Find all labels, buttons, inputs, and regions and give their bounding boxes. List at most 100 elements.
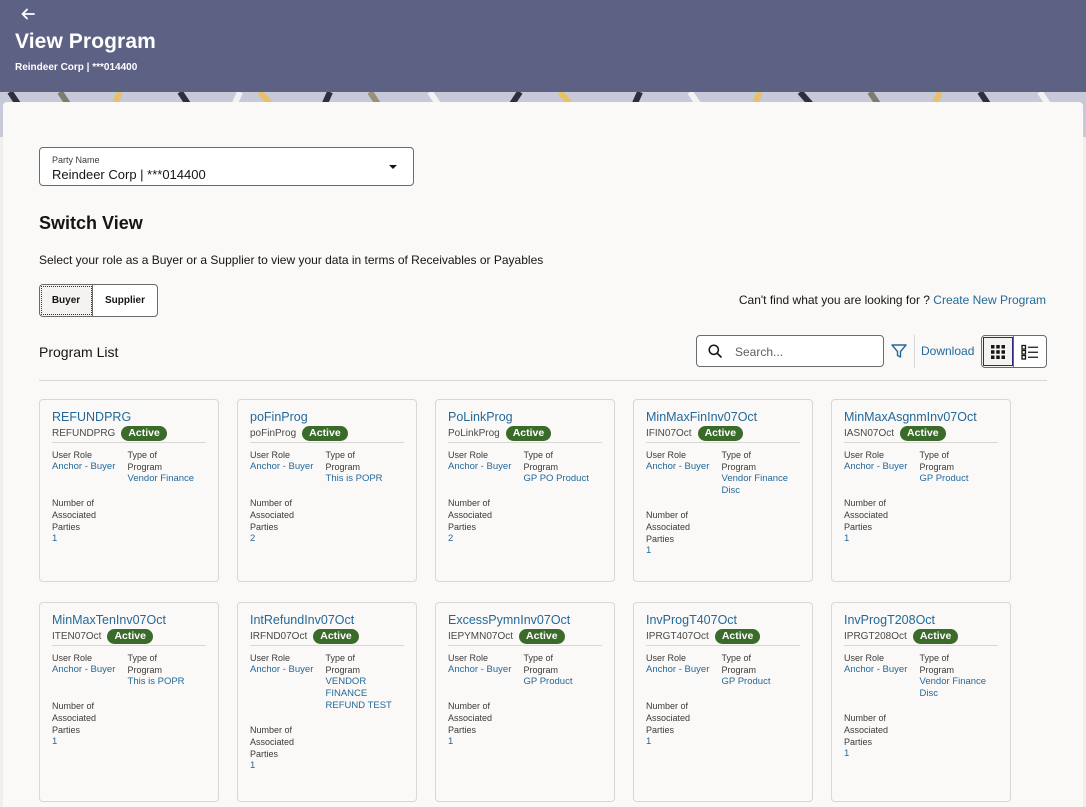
- program-type-label-2: Program: [721, 665, 757, 675]
- program-type-label-2: Program: [523, 462, 559, 472]
- program-name-link[interactable]: ExcessPymnInv07Oct: [448, 612, 602, 628]
- program-code-row: IPRGT407Oct Active: [646, 628, 800, 646]
- create-new-program-link[interactable]: Create New Program: [933, 293, 1046, 307]
- associated-parties: Number of Associated Parties 2: [448, 497, 602, 545]
- parties-label-3: Parties: [52, 522, 81, 532]
- program-type-label-2: Program: [127, 462, 163, 472]
- program-name-link[interactable]: poFinProg: [250, 409, 404, 425]
- parties-label-1: Number of: [646, 510, 689, 520]
- list-view-button[interactable]: [1014, 336, 1046, 367]
- status-badge: Active: [900, 425, 946, 441]
- parties-label-2: Associated: [448, 510, 493, 520]
- status-badge: Active: [505, 425, 552, 441]
- associated-parties: Number of Associated Parties 1: [844, 712, 998, 760]
- program-type-value: Vendor Finance Disc: [721, 473, 789, 496]
- filter-button[interactable]: [890, 342, 908, 360]
- program-type-label-1: Type of: [721, 653, 752, 663]
- program-type-value: GP PO Product: [523, 473, 589, 484]
- status-badge: Active: [697, 425, 744, 441]
- program-type-value: VENDOR FINANCE REFUND TEST: [325, 676, 392, 711]
- program-card[interactable]: poFinProg poFinProg Active User Role Anc…: [237, 399, 417, 582]
- download-link[interactable]: Download: [921, 344, 974, 358]
- program-type-label-1: Type of: [127, 450, 158, 460]
- program-name-link[interactable]: InvProgT208Oct: [844, 612, 998, 628]
- program-card[interactable]: IntRefundInv07Oct IRFND07Oct Active User…: [237, 602, 417, 802]
- buyer-button[interactable]: Buyer: [40, 285, 93, 316]
- parties-label-1: Number of: [844, 498, 887, 508]
- parties-count: 1: [448, 736, 454, 747]
- program-type-label-1: Type of: [919, 450, 950, 460]
- program-name-link[interactable]: MinMaxAsgnmInv07Oct: [844, 409, 998, 425]
- program-card[interactable]: ExcessPymnInv07Oct IEPYMN07Oct Active Us…: [435, 602, 615, 802]
- program-name-link[interactable]: IntRefundInv07Oct: [250, 612, 404, 628]
- parties-label-2: Associated: [250, 510, 295, 520]
- program-type-label-2: Program: [325, 665, 361, 675]
- party-name-label: Party Name: [52, 155, 100, 165]
- user-role-value: Anchor - Buyer: [646, 664, 710, 675]
- program-code: ITEN07Oct: [52, 630, 102, 642]
- associated-parties: Number of Associated Parties 1: [844, 497, 998, 545]
- chevron-down-icon: [389, 165, 397, 169]
- program-code-row: poFinProg Active: [250, 425, 404, 443]
- user-role-value: Anchor - Buyer: [448, 664, 512, 675]
- parties-label-2: Associated: [844, 510, 889, 520]
- program-code: IEPYMN07Oct: [448, 630, 514, 642]
- program-type-label-1: Type of: [523, 653, 554, 663]
- user-role-label: User Role: [844, 450, 885, 460]
- associated-parties: Number of Associated Parties 2: [250, 497, 404, 545]
- parties-count: 1: [646, 736, 652, 747]
- status-badge: Active: [121, 425, 167, 441]
- program-fields: User Role Anchor - Buyer Type of Program…: [646, 652, 800, 688]
- user-role-label: User Role: [646, 450, 687, 460]
- program-card[interactable]: InvProgT208Oct IPRGT208Oct Active User R…: [831, 602, 1011, 802]
- program-name-link[interactable]: InvProgT407Oct: [646, 612, 800, 628]
- user-role-value: Anchor - Buyer: [448, 461, 512, 472]
- program-name-link[interactable]: MinMaxFinInv07Oct: [646, 409, 800, 425]
- program-list-title: Program List: [39, 344, 119, 360]
- program-card[interactable]: REFUNDPRG REFUNDPRG Active User Role Anc…: [39, 399, 219, 582]
- cant-find-label: Can't find what you are looking for ?: [738, 293, 934, 307]
- page-subtitle: Reindeer Corp | ***014400: [15, 62, 138, 73]
- program-type-label-1: Type of: [325, 653, 356, 663]
- user-role-value: Anchor - Buyer: [250, 461, 314, 472]
- user-role-label: User Role: [250, 450, 291, 460]
- search-input[interactable]: [735, 342, 875, 362]
- program-card[interactable]: MinMaxFinInv07Oct IFIN07Oct Active User …: [633, 399, 813, 582]
- list-view-icon: [1021, 344, 1038, 360]
- user-role-value: Anchor - Buyer: [250, 664, 314, 675]
- program-card[interactable]: MinMaxAsgnmInv07Oct IASN07Oct Active Use…: [831, 399, 1011, 582]
- parties-count: 1: [844, 533, 850, 544]
- parties-label-1: Number of: [250, 498, 293, 508]
- user-role-value: Anchor - Buyer: [52, 664, 116, 675]
- program-code-row: IEPYMN07Oct Active: [448, 628, 602, 646]
- parties-label-3: Parties: [448, 522, 477, 532]
- parties-label-2: Associated: [844, 725, 889, 735]
- program-card[interactable]: InvProgT407Oct IPRGT407Oct Active User R…: [633, 602, 813, 802]
- program-code-row: IFIN07Oct Active: [646, 425, 800, 443]
- program-type-label-1: Type of: [721, 450, 752, 460]
- back-button[interactable]: [20, 6, 40, 26]
- search-icon: [708, 344, 722, 358]
- program-type-label-1: Type of: [127, 653, 158, 663]
- program-name-link[interactable]: PoLinkProg: [448, 409, 602, 425]
- user-role-label: User Role: [52, 450, 93, 460]
- program-card[interactable]: PoLinkProg PoLinkProg Active User Role A…: [435, 399, 615, 582]
- supplier-button[interactable]: Supplier: [93, 285, 157, 316]
- program-card[interactable]: MinMaxTenInv07Oct ITEN07Oct Active User …: [39, 602, 219, 802]
- party-name-value: Reindeer Corp | ***014400: [52, 167, 206, 182]
- grid-view-button[interactable]: [982, 336, 1015, 367]
- program-type-label-2: Program: [523, 665, 559, 675]
- program-name-link[interactable]: REFUNDPRG: [52, 409, 206, 425]
- associated-parties: Number of Associated Parties 1: [52, 497, 206, 545]
- program-type-value: Vendor Finance: [127, 473, 195, 484]
- parties-label-1: Number of: [52, 701, 95, 711]
- parties-label-1: Number of: [250, 725, 293, 735]
- program-code: IPRGT208Oct: [844, 630, 907, 642]
- party-name-select[interactable]: Party Name Reindeer Corp | ***014400: [39, 147, 414, 186]
- filter-icon: [891, 344, 907, 358]
- parties-label-3: Parties: [646, 534, 675, 544]
- parties-label-2: Associated: [52, 510, 97, 520]
- program-type-label-2: Program: [919, 462, 955, 472]
- program-name-link[interactable]: MinMaxTenInv07Oct: [52, 612, 206, 628]
- program-fields: User Role Anchor - Buyer Type of Program…: [448, 449, 602, 485]
